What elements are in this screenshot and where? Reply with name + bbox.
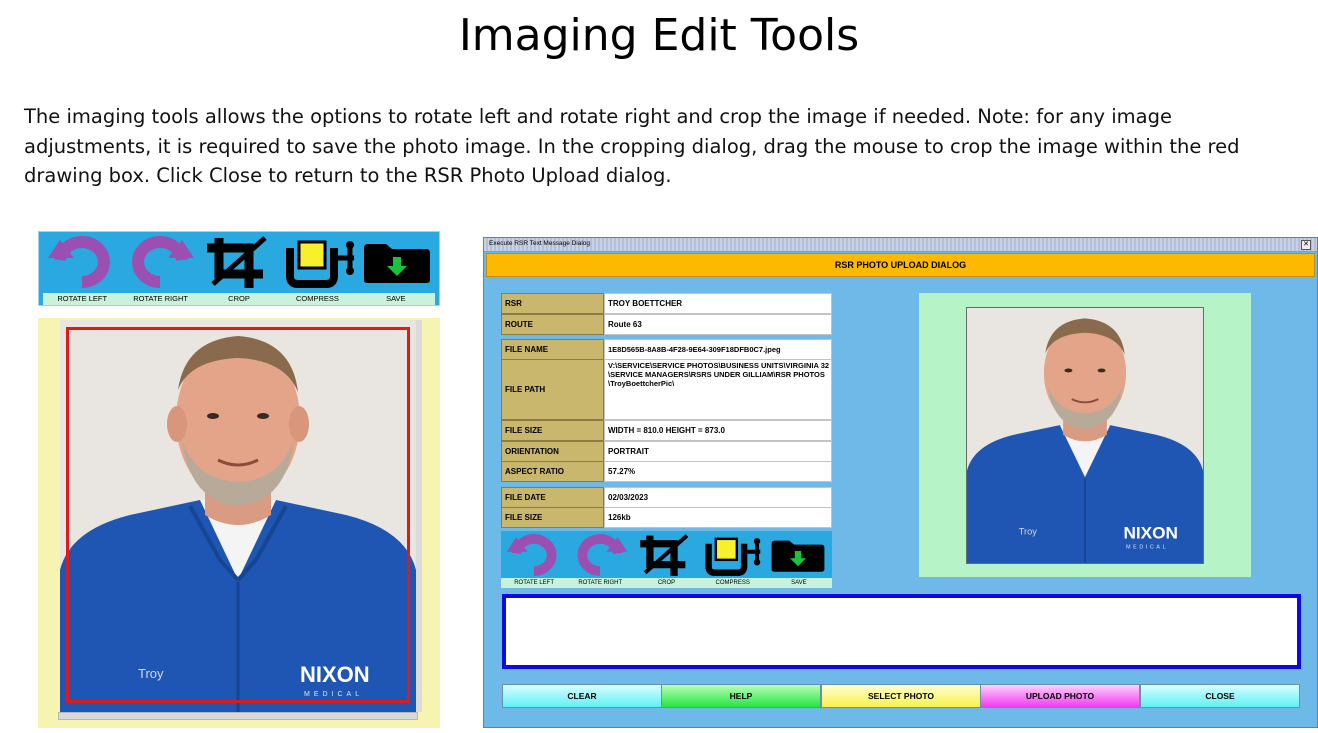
compress-icon: [705, 537, 761, 576]
dialog-header: RSR PHOTO UPLOAD DIALOG: [486, 253, 1315, 277]
slide-description: The imaging tools allows the options to …: [24, 105, 1240, 187]
rsr-row: RSR TROY BOETTCHER: [501, 293, 832, 314]
file-path-label: FILE PATH: [501, 359, 604, 420]
file-size-label: FILE SIZE: [501, 507, 604, 528]
select-photo-button[interactable]: SELECT PHOTO: [821, 684, 981, 708]
file-date-label: FILE DATE: [501, 487, 604, 508]
dialog-rotate-right-button[interactable]: [567, 531, 633, 578]
close-button[interactable]: CLOSE: [1140, 684, 1300, 708]
file-path-value: V:\SERVICE\SERVICE PHOTOS\BUSINESS UNITS…: [604, 359, 832, 420]
crop-label: CROP: [657, 580, 676, 586]
rotate-left-label: ROTATE LEFT: [57, 294, 108, 303]
window-close-icon[interactable]: ✕: [1301, 240, 1311, 250]
slide-title: Imaging Edit Tools: [458, 10, 860, 61]
rotate-left-icon: [48, 236, 110, 288]
clear-button[interactable]: CLEAR: [502, 684, 662, 708]
crop-icon: [207, 236, 267, 288]
rotate-right-button[interactable]: [121, 232, 199, 292]
rotate-right-icon: [577, 533, 628, 576]
person-photo-preview: Troy NIXON MEDICAL: [967, 308, 1203, 563]
route-row: ROUTE Route 63: [501, 314, 832, 335]
window-titlebar[interactable]: Execute RSR Text Message Dialog ✕: [484, 238, 1317, 252]
dialog-save-button[interactable]: [765, 531, 831, 578]
rsr-value: TROY BOETTCHER: [604, 293, 832, 314]
file-date-row: FILE DATE 02/03/2023: [501, 487, 832, 508]
dialog-rotate-left-button[interactable]: [503, 531, 565, 578]
vertical-scrollbar[interactable]: [416, 320, 422, 712]
save-label: SAVE: [791, 580, 807, 586]
preview-name-text: Troy: [1019, 526, 1038, 536]
route-label: ROUTE: [501, 314, 604, 335]
file-size-value: 126kb: [604, 507, 832, 528]
compress-button[interactable]: [279, 232, 359, 292]
dimensions-row: FILE SIZE WIDTH = 810.0 HEIGHT = 873.0: [501, 420, 832, 441]
horizontal-scrollbar[interactable]: [58, 712, 418, 720]
rotate-left-label: ROTATE LEFT: [514, 580, 554, 586]
compress-label: COMPRESS: [715, 580, 750, 586]
toolbar-labels: ROTATE LEFT ROTATE RIGHT CROP COMPRESS S…: [43, 293, 435, 305]
compress-icon: [286, 240, 354, 288]
dialog-imaging-toolbar: ROTATE LEFT ROTATE RIGHT CROP COMPRESS S…: [501, 531, 832, 588]
rotate-right-label: ROTATE RIGHT: [578, 580, 623, 586]
aspect-ratio-value: 57.27%: [604, 461, 832, 482]
folder-download-icon: [364, 244, 430, 283]
window-title: Execute RSR Text Message Dialog: [489, 240, 591, 247]
aspect-ratio-label: ASPECT RATIO: [501, 461, 604, 482]
rotate-right-label: ROTATE RIGHT: [133, 294, 188, 303]
file-path-row: FILE PATH V:\SERVICE\SERVICE PHOTOS\BUSI…: [501, 359, 832, 420]
preview-logo-text: NIXON: [1123, 523, 1178, 542]
upload-photo-button[interactable]: UPLOAD PHOTO: [980, 684, 1140, 708]
save-button[interactable]: [359, 232, 435, 292]
rotate-right-icon: [132, 236, 194, 288]
photo-preview: Troy NIXON MEDICAL: [966, 307, 1204, 564]
imaging-toolbar: ROTATE LEFT ROTATE RIGHT CROP COMPRESS S…: [38, 231, 440, 306]
crop-icon: [640, 533, 689, 576]
crop-selection-box[interactable]: [66, 327, 410, 703]
crop-label: CROP: [228, 294, 250, 303]
rsr-label: RSR: [501, 293, 604, 314]
orientation-value: PORTRAIT: [604, 441, 832, 462]
crop-button[interactable]: [199, 232, 279, 292]
message-textbox[interactable]: [502, 594, 1301, 669]
orientation-row: ORIENTATION PORTRAIT: [501, 441, 832, 462]
orientation-label: ORIENTATION: [501, 441, 604, 462]
file-size-row: FILE SIZE 126kb: [501, 507, 832, 528]
file-name-value: 1E8D565B-8A8B-4F28-9E64-309F18DFB0C7.jpe…: [604, 339, 832, 360]
dimensions-label: FILE SIZE: [501, 420, 604, 441]
file-date-value: 02/03/2023: [604, 487, 832, 508]
dialog-crop-button[interactable]: [633, 531, 699, 578]
rotate-left-icon: [506, 533, 557, 576]
file-name-row: FILE NAME 1E8D565B-8A8B-4F28-9E64-309F18…: [501, 339, 832, 360]
route-value: Route 63: [604, 314, 832, 335]
help-button[interactable]: HELP: [661, 684, 821, 708]
file-name-label: FILE NAME: [501, 339, 604, 360]
dialog-compress-button[interactable]: [699, 531, 765, 578]
rsr-photo-upload-dialog: Execute RSR Text Message Dialog ✕ RSR PH…: [483, 237, 1318, 728]
compress-label: COMPRESS: [295, 294, 339, 303]
aspect-ratio-row: ASPECT RATIO 57.27%: [501, 461, 832, 482]
rotate-left-button[interactable]: [43, 232, 121, 292]
dialog-toolbar-labels: ROTATE LEFT ROTATE RIGHT CROP COMPRESS S…: [501, 578, 832, 588]
save-label: SAVE: [386, 294, 406, 303]
photo-preview-panel: Troy NIXON MEDICAL: [919, 293, 1251, 577]
dimensions-value: WIDTH = 810.0 HEIGHT = 873.0: [604, 420, 832, 441]
preview-logo-subtext: MEDICAL: [1126, 545, 1168, 551]
folder-download-icon: [771, 540, 825, 572]
